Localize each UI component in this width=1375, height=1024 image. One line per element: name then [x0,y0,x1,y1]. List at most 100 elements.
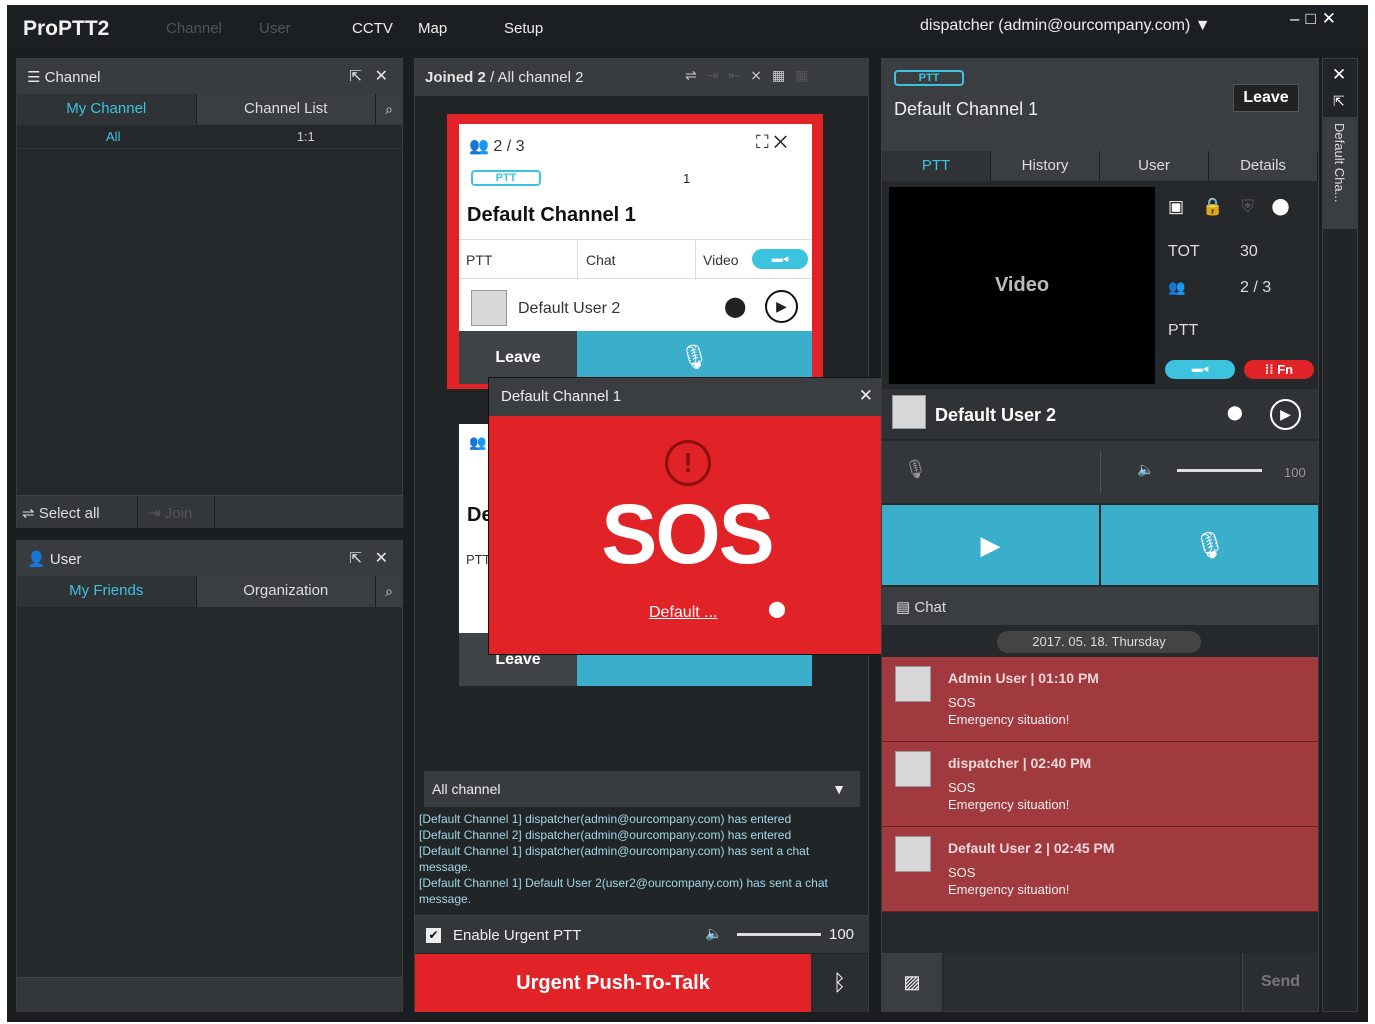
chat-message[interactable]: dispatcher | 02:40 PM SOS Emergency situ… [882,742,1318,827]
search-icon[interactable]: ⌕ [376,94,402,125]
voice-talk-button[interactable]: 🎙 [1101,505,1318,585]
video-share-icon[interactable]: ▬◂ [1165,360,1235,379]
chat-title: Chat [914,599,947,616]
expand-icon[interactable]: ⛶ [756,132,769,152]
video-talk-button[interactable]: ▶ [882,505,1099,585]
volume-slider[interactable] [737,933,821,936]
exit-icon[interactable]: ⇤ [728,67,750,83]
speaker-icon: 🔈 [1137,461,1155,477]
log-filter-select[interactable]: All channel ▼ [424,771,860,807]
members-icon: 👥 [469,434,487,450]
tab-organization[interactable]: Organization [196,576,376,607]
close-icon[interactable]: ✕ [1332,65,1346,85]
select-all-button[interactable]: ⇌ Select all [22,504,100,522]
side-tab[interactable]: Default Cha... [1323,117,1357,229]
mute-all-icon[interactable]: ⨯ [750,67,772,83]
tab-ptt[interactable]: PTT [882,151,991,181]
chat-message-line: Emergency situation! [948,712,1070,727]
sos-dialog-header: Default Channel 1 ✕ [489,378,885,416]
enter-icon[interactable]: ⇥ [707,67,729,83]
chat-message-line: SOS [948,865,976,880]
list-view-icon[interactable]: ▦ [795,67,818,83]
account-menu[interactable]: dispatcher (admin@ourcompany.com) ▼ [920,17,1211,35]
mode-chat[interactable]: Chat [586,252,616,268]
menu-cctv[interactable]: CCTV [352,20,393,37]
tab-history[interactable]: History [991,151,1100,181]
urgent-ptt-button[interactable]: Urgent Push-To-Talk [415,954,811,1012]
send-button[interactable]: Send [1242,953,1318,1011]
location-icon[interactable]: ⬤ [1272,197,1307,216]
tab-my-friends[interactable]: My Friends [17,576,197,607]
mode-video[interactable]: Video [703,252,739,268]
play-icon[interactable]: ▶ [1270,399,1301,430]
join-button[interactable]: ⇥ Join [137,496,215,529]
location-icon[interactable]: ⬤ [1227,404,1243,421]
grid-view-icon[interactable]: ▦ [772,67,795,83]
mode-ptt[interactable]: PTT [466,252,492,268]
chat-message-line: SOS [948,695,976,710]
filter-icon[interactable]: ⇌ [685,67,707,83]
menu-channel[interactable]: Channel [166,20,222,37]
user-panel-title: User [49,551,82,568]
side-tab-strip: ✕ ⇱ Default Cha... [1322,58,1358,1012]
select-all-icon: ⇌ [22,505,35,522]
log-line: [Default Channel 1] dispatcher(admin@our… [419,812,792,826]
mic-icon[interactable]: 🎙 [904,459,927,480]
cctv-icon[interactable]: ▣ [1168,197,1202,216]
image-icon[interactable]: ▨ [882,953,942,1011]
leave-button[interactable]: Leave [1233,84,1299,112]
menu-user[interactable]: User [259,20,291,37]
location-icon[interactable]: ⬤ [768,599,786,619]
volume-value: 100 [829,926,855,943]
detail-header: PTT Default Channel 1 Leave [882,59,1318,151]
menu-map[interactable]: Map [418,20,447,37]
lock-icon[interactable]: 🔒 [1202,197,1241,216]
tab-channel-list[interactable]: Channel List [196,94,376,125]
mode-ptt[interactable]: PTT [466,552,491,567]
volume-slider[interactable] [1177,469,1262,472]
fn-button[interactable]: ⁞⁞ Fn [1244,360,1314,379]
sos-user-link[interactable]: Default ... [649,604,717,622]
detail-user-name: Default User 2 [935,405,1057,425]
tab-user[interactable]: User [1100,151,1209,181]
sos-label: SOS [601,487,774,581]
popout-icon[interactable]: ⇱ [349,549,362,567]
channel-row[interactable]: All 1:1 [17,125,402,149]
members-icon: 👥 [469,138,489,155]
maximize-icon[interactable]: □ [1305,9,1321,28]
volume-value: 100 [1284,465,1306,480]
close-icon[interactable]: ✕ [774,132,788,152]
tab-my-channel[interactable]: My Channel [17,94,197,125]
video-view[interactable]: Video [889,187,1155,384]
close-icon[interactable]: ✕ [1322,9,1342,28]
close-icon[interactable]: ✕ [859,386,873,406]
channel-tabs: My Channel Channel List ⌕ [17,94,402,125]
channel-card-1[interactable]: 👥 2 / 3 ⛶ ✕ PTT 1 Default Channel 1 PTT … [459,124,812,384]
shield-icon[interactable]: ⛨ [1241,197,1272,216]
chat-message[interactable]: Default User 2 | 02:45 PM SOS Emergency … [882,827,1318,912]
log-filter-value: All channel [432,781,501,797]
log-line: [Default Channel 2] dispatcher(admin@our… [419,828,792,842]
avatar [895,666,931,702]
urgent-checkbox[interactable]: ✔ [426,928,441,943]
tot-value: 30 [1240,243,1258,260]
popout-icon[interactable]: ⇱ [1333,93,1345,110]
tab-details[interactable]: Details [1209,151,1318,181]
location-icon[interactable]: ⬤ [724,294,746,319]
popout-icon[interactable]: ⇱ [349,67,362,85]
tot-label: TOT [1168,243,1200,260]
chat-message-line: SOS [948,780,976,795]
play-icon[interactable]: ▶ [765,290,798,323]
ptt-badge: PTT [894,70,964,86]
minimize-icon[interactable]: – [1290,9,1305,28]
menu-setup[interactable]: Setup [504,20,543,37]
workspace-header: Joined 2 / All channel 2 ⇌⇥⇤⨯▦▦ [415,59,868,96]
search-icon[interactable]: ⌕ [376,576,402,607]
close-icon[interactable]: ✕ [375,66,388,86]
chat-input[interactable] [944,953,1240,1011]
chat-message[interactable]: Admin User | 01:10 PM SOS Emergency situ… [882,657,1318,742]
bluetooth-icon[interactable]: ᛒ [811,954,868,1012]
video-share-icon[interactable]: ▬◂ [752,249,808,269]
close-icon[interactable]: ✕ [375,548,388,568]
channel-name: All [106,129,121,144]
